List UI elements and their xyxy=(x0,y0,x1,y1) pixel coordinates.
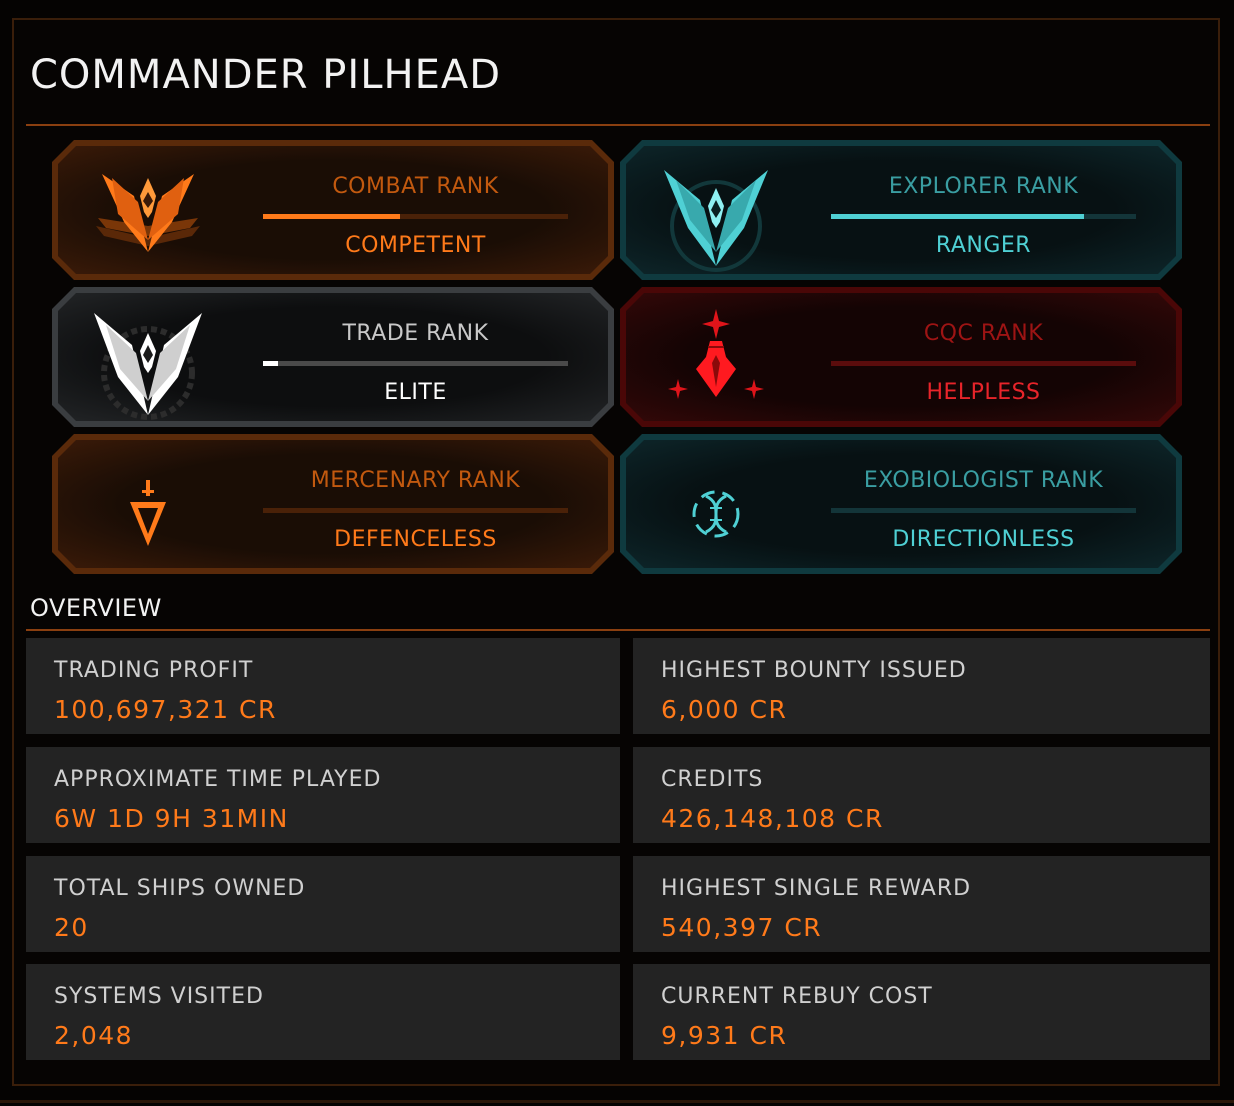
stat-highest-single-reward: HIGHEST SINGLE REWARD 540,397 CR xyxy=(633,856,1210,952)
stat-value: 6,000 CR xyxy=(661,695,788,724)
rank-progress-bar xyxy=(263,361,568,366)
mercenary-rank-dagger-icon xyxy=(88,450,208,570)
rank-progress-bar xyxy=(831,214,1136,219)
stat-label: SYSTEMS VISITED xyxy=(54,984,264,1009)
mercenary-rank-card[interactable]: MERCENARY RANK DEFENCELESS xyxy=(52,434,614,574)
rank-label: CQC RANK xyxy=(923,321,1044,346)
stat-trading-profit: TRADING PROFIT 100,697,321 CR xyxy=(26,638,620,734)
rank-value: ELITE xyxy=(384,380,447,405)
stat-value: 426,148,108 CR xyxy=(661,804,884,833)
rank-label: MERCENARY RANK xyxy=(310,468,521,493)
commander-name: COMMANDER PILHEAD xyxy=(30,52,502,98)
combat-rank-wings-icon xyxy=(88,156,208,276)
stat-current-rebuy-cost: CURRENT REBUY COST 9,931 CR xyxy=(633,964,1210,1060)
explorer-rank-wings-icon xyxy=(656,156,776,276)
rank-value: DIRECTIONLESS xyxy=(892,527,1075,552)
overview-divider xyxy=(26,629,1210,631)
combat-rank-card[interactable]: COMBAT RANK COMPETENT xyxy=(52,140,614,280)
rank-progress-fill xyxy=(263,361,278,366)
stat-total-ships-owned: TOTAL SHIPS OWNED 20 xyxy=(26,856,620,952)
stat-approximate-time-played: APPROXIMATE TIME PLAYED 6W 1D 9H 31MIN xyxy=(26,747,620,843)
rank-label: EXOBIOLOGIST RANK xyxy=(863,468,1104,493)
stat-systems-visited: SYSTEMS VISITED 2,048 xyxy=(26,964,620,1060)
rank-value: COMPETENT xyxy=(345,233,486,258)
stat-value: 100,697,321 CR xyxy=(54,695,277,724)
rank-progress-bar xyxy=(263,508,568,513)
trade-rank-elite-wings-icon xyxy=(88,303,208,423)
exobiologist-rank-card[interactable]: EXOBIOLOGIST RANK DIRECTIONLESS xyxy=(620,434,1182,574)
cqc-rank-icon xyxy=(656,303,776,423)
stat-label: APPROXIMATE TIME PLAYED xyxy=(54,767,382,792)
stat-label: CREDITS xyxy=(661,767,764,792)
stat-value: 20 xyxy=(54,913,89,942)
rank-label: TRADE RANK xyxy=(342,321,489,346)
stat-value: 2,048 xyxy=(54,1021,134,1050)
rank-value: DEFENCELESS xyxy=(334,527,497,552)
stat-label: HIGHEST BOUNTY ISSUED xyxy=(661,658,967,683)
cqc-rank-card[interactable]: CQC RANK HELPLESS xyxy=(620,287,1182,427)
trade-rank-card[interactable]: TRADE RANK ELITE xyxy=(52,287,614,427)
rank-progress-bar xyxy=(263,214,568,219)
stat-label: TRADING PROFIT xyxy=(54,658,254,683)
explorer-rank-card[interactable]: EXPLORER RANK RANGER xyxy=(620,140,1182,280)
rank-progress-fill xyxy=(831,214,1084,219)
stat-label: HIGHEST SINGLE REWARD xyxy=(661,876,972,901)
stat-label: TOTAL SHIPS OWNED xyxy=(54,876,306,901)
stat-value: 6W 1D 9H 31MIN xyxy=(54,804,289,833)
title-divider xyxy=(26,124,1210,126)
overview-title: OVERVIEW xyxy=(30,594,162,622)
rank-progress-bar xyxy=(831,361,1136,366)
rank-value: RANGER xyxy=(935,233,1032,258)
bottom-divider xyxy=(0,1100,1234,1103)
rank-label: EXPLORER RANK xyxy=(888,174,1079,199)
stat-value: 540,397 CR xyxy=(661,913,823,942)
stat-label: CURRENT REBUY COST xyxy=(661,984,933,1009)
rank-label: COMBAT RANK xyxy=(332,174,499,199)
stat-highest-bounty-issued: HIGHEST BOUNTY ISSUED 6,000 CR xyxy=(633,638,1210,734)
rank-progress-fill xyxy=(263,214,400,219)
rank-value: HELPLESS xyxy=(926,380,1041,405)
stat-credits: CREDITS 426,148,108 CR xyxy=(633,747,1210,843)
stat-value: 9,931 CR xyxy=(661,1021,788,1050)
exobiologist-rank-dna-icon xyxy=(656,450,776,570)
rank-progress-bar xyxy=(831,508,1136,513)
